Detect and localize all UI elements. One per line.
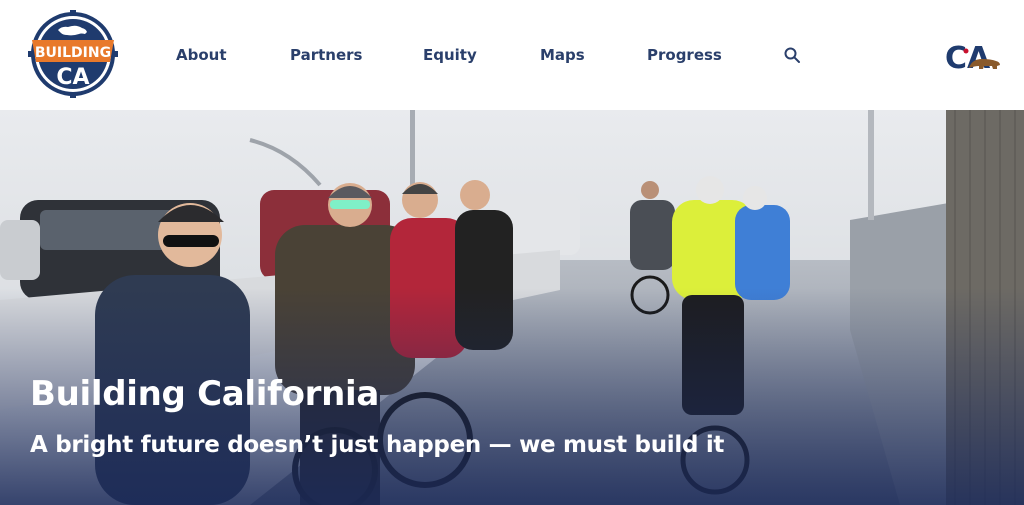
nav-equity-link[interactable]: Equity: [423, 44, 477, 66]
main-nav: About Partners Equity Maps Progress: [0, 44, 1024, 68]
search-icon[interactable]: [783, 46, 801, 64]
california-bear-logo[interactable]: CA: [945, 40, 1001, 74]
ca-logo-text: CA: [945, 41, 991, 74]
nav-about-link[interactable]: About: [176, 44, 227, 66]
site-header: BUILDING CA About Partners Equity Maps P…: [0, 0, 1024, 110]
hero-title: Building California: [30, 374, 380, 414]
logo-bottom-text: CA: [56, 65, 89, 90]
hero-section: Building California A bright future does…: [0, 110, 1024, 505]
hero-subtitle: A bright future doesn’t just happen — we…: [30, 432, 725, 458]
nav-maps-link[interactable]: Maps: [540, 44, 585, 66]
nav-partners-link[interactable]: Partners: [290, 44, 362, 66]
nav-progress-link[interactable]: Progress: [647, 44, 722, 66]
